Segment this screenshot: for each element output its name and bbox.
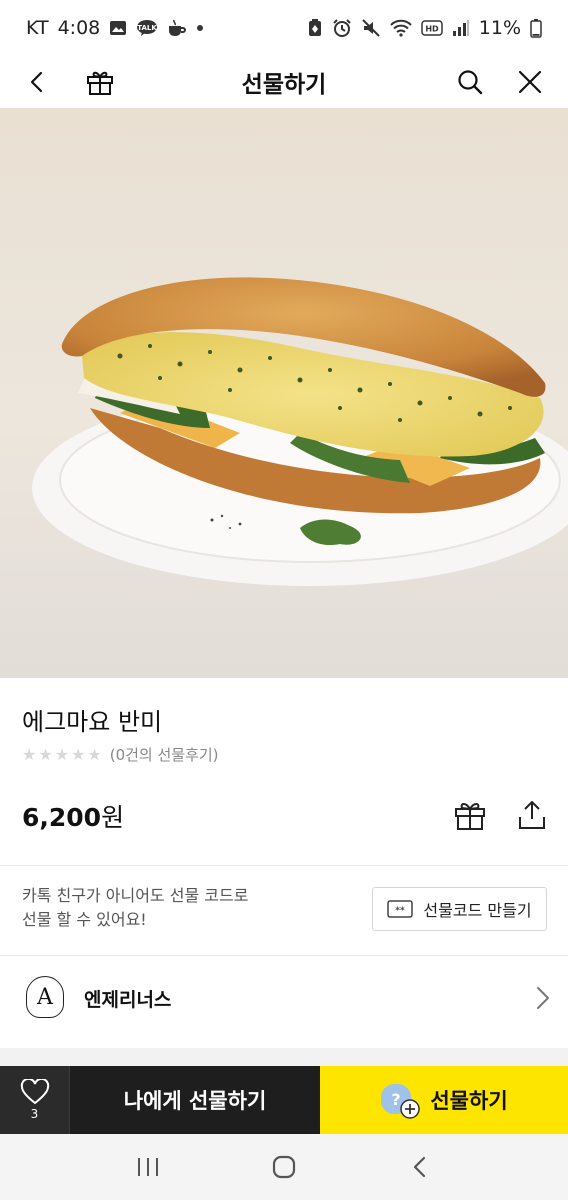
star-icon: ★ (87, 745, 102, 764)
svg-text:TALK: TALK (137, 24, 157, 32)
status-bar: KT 4:08 TALK HD 11% (0, 0, 568, 56)
home-button[interactable] (254, 1142, 314, 1192)
hd-icon: HD (421, 20, 443, 36)
star-icon: ★ (22, 745, 37, 764)
top-header: 선물하기 (0, 56, 568, 108)
gift-code-info: 카톡 친구가 아니어도 선물 코드로 선물 할 수 있어요! (22, 884, 248, 932)
signal-icon (452, 19, 470, 37)
share-button[interactable] (512, 795, 552, 835)
recent-apps-icon (138, 1158, 158, 1176)
svg-text:**: ** (396, 906, 406, 916)
battery-percent: 11% (478, 17, 521, 39)
bottom-action-bar: 3 나에게 선물하기 ? 선물하기 (0, 1066, 568, 1134)
divider (0, 955, 568, 956)
gallery-icon (109, 19, 127, 37)
system-back-button[interactable] (390, 1142, 450, 1192)
status-right: HD 11% (307, 17, 542, 39)
rating-row[interactable]: ★ ★ ★ ★ ★ (0건의 선물후기) (22, 744, 219, 765)
gift-code-info-line2: 선물 할 수 있어요! (22, 910, 147, 929)
price: 6,200원 (22, 798, 124, 834)
brand-logo-letter: A (37, 984, 53, 1010)
svg-text:HD: HD (425, 25, 439, 34)
gift-home-button[interactable] (74, 56, 126, 108)
heart-icon (20, 1079, 49, 1105)
search-button[interactable] (444, 56, 496, 108)
alarm-icon (332, 18, 352, 38)
brand-name: 엔제리너스 (84, 989, 172, 1011)
star-icon: ★ (54, 745, 70, 764)
share-icon (519, 801, 545, 829)
star-icon: ★ (71, 745, 86, 764)
make-gift-code-label: 선물코드 만들기 (423, 901, 532, 920)
product-name: 에그마요 반미 (22, 708, 163, 736)
price-unit: 원 (101, 803, 125, 832)
review-count: (0건의 선물후기) (109, 746, 219, 764)
code-card-icon: ** (387, 900, 414, 918)
gift-button[interactable]: ? 선물하기 (320, 1066, 568, 1134)
search-icon (458, 70, 483, 95)
talk-icon: TALK (136, 19, 158, 37)
recent-apps-button[interactable] (118, 1142, 178, 1192)
back-nav-icon (413, 1156, 426, 1178)
home-icon (272, 1155, 296, 1179)
gift-icon (87, 71, 113, 95)
gift-box-icon (455, 803, 485, 830)
system-nav-bar (0, 1134, 568, 1200)
gift-code-info-line1: 카톡 친구가 아니어도 선물 코드로 (22, 886, 249, 905)
brand-row[interactable]: A 엔제리너스 (0, 958, 568, 1040)
coffee-icon (167, 19, 187, 37)
price-value: 6,200 (22, 803, 102, 832)
like-count: 3 (30, 1107, 39, 1121)
wish-gift-button[interactable] (450, 795, 490, 835)
like-button[interactable]: 3 (0, 1066, 70, 1134)
product-image (0, 108, 568, 678)
gift-to-self-button[interactable]: 나에게 선물하기 (70, 1066, 320, 1134)
back-button[interactable] (12, 56, 64, 108)
carrier-label: KT (26, 17, 49, 39)
gift-to-self-label: 나에게 선물하기 (123, 1089, 267, 1113)
friend-add-icon: ? (380, 1082, 421, 1119)
close-button[interactable] (504, 56, 556, 108)
status-left: KT 4:08 TALK (26, 17, 204, 39)
clock: 4:08 (57, 17, 101, 39)
brand-logo: A (26, 976, 64, 1018)
battery-saver-icon (307, 18, 323, 38)
close-icon (518, 70, 542, 94)
wifi-icon (390, 19, 412, 37)
star-icon: ★ (38, 745, 53, 764)
section-separator (0, 1048, 568, 1066)
dot-icon (196, 24, 204, 32)
battery-icon (530, 18, 542, 38)
make-gift-code-button[interactable]: ** 선물코드 만들기 (372, 887, 547, 931)
mute-icon (361, 18, 381, 38)
svg-text:?: ? (392, 1090, 401, 1109)
gift-label: 선물하기 (430, 1089, 508, 1113)
back-icon (30, 71, 43, 93)
chevron-right-icon (536, 986, 550, 1014)
divider (0, 865, 568, 866)
